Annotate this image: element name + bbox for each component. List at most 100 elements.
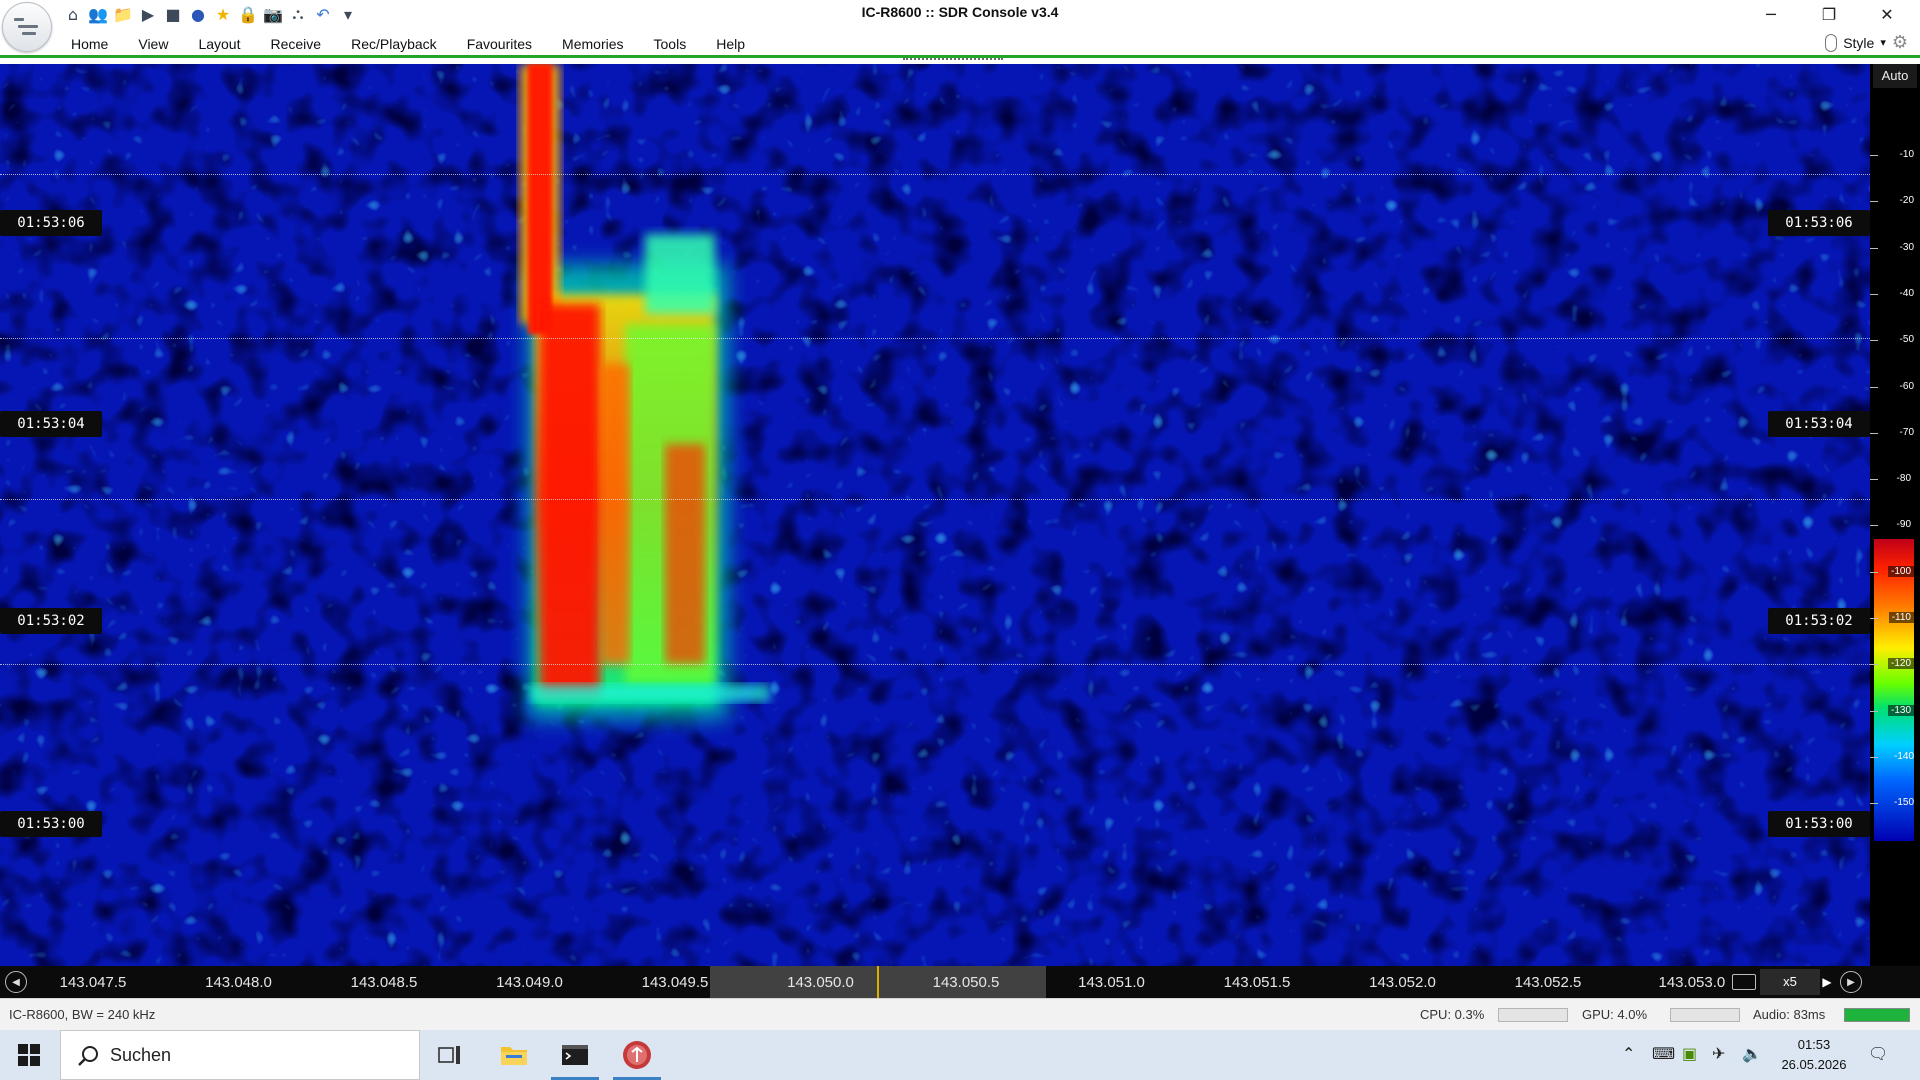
tick-mark xyxy=(1870,571,1878,573)
title-bar: ⌂ 👥 📁 ▶ ■ ● ★ 🔒 📷 ⛬ ↶ ▾ IC-R8600 :: SDR Console v3.… xyxy=(0,0,1920,28)
application-menu-button[interactable] xyxy=(2,2,52,52)
time-gridline xyxy=(0,664,1870,665)
clock[interactable]: 01:53 26.05.2026 xyxy=(1764,1035,1864,1075)
tick-mark xyxy=(1870,293,1878,295)
settings-gear-icon[interactable]: ⚙ xyxy=(1892,32,1908,53)
frequency-tick-label: 143.053.0 xyxy=(1658,974,1726,991)
time-gridline xyxy=(0,174,1870,175)
menu-memories[interactable]: Memories xyxy=(547,34,638,54)
folder-icon xyxy=(501,1047,527,1065)
play-icon[interactable]: ▶ xyxy=(137,3,159,25)
time-marker-right: 01:53:06 xyxy=(1768,210,1870,236)
splitter-grip[interactable] xyxy=(903,58,1003,61)
menu-rec-playback[interactable]: Rec/Playback xyxy=(336,34,452,54)
cpu-usage: CPU: 0.3% xyxy=(1420,1007,1485,1022)
time-marker-left: 01:53:02 xyxy=(0,608,102,634)
star-icon[interactable]: ★ xyxy=(212,3,234,25)
level-tick-label: -90 xyxy=(1893,519,1914,531)
menu-receive[interactable]: Receive xyxy=(256,34,337,54)
level-tick-label: -60 xyxy=(1899,380,1914,392)
ribbon-tabs: Home View Layout Receive Rec/Playback Favouri… xyxy=(58,34,760,54)
level-tick-label: -80 xyxy=(1893,473,1914,485)
level-tick-label: -100 xyxy=(1887,565,1914,577)
task-view-button[interactable] xyxy=(420,1030,480,1080)
level-tick-label: -30 xyxy=(1899,241,1914,253)
tick-mark xyxy=(1870,803,1878,805)
menu-help[interactable]: Help xyxy=(701,34,760,54)
tick-mark xyxy=(1870,756,1878,758)
folder-icon[interactable]: 📁 xyxy=(112,3,134,25)
style-menu[interactable]: Style ▾ ⚙ xyxy=(1825,32,1908,53)
tuned-frequency-marker[interactable] xyxy=(877,966,879,998)
notification-icon[interactable]: 🗨 xyxy=(1868,1044,1888,1063)
taskbar-search[interactable]: Suchen xyxy=(60,1030,420,1080)
minimize-button[interactable]: ─ xyxy=(1748,0,1794,28)
stop-icon[interactable]: ■ xyxy=(162,3,184,25)
chevron-up-icon[interactable]: ⌃ xyxy=(1622,1044,1635,1063)
file-explorer-button[interactable] xyxy=(484,1030,544,1080)
volume-icon[interactable]: 🔈 xyxy=(1742,1044,1762,1063)
waterfall-display[interactable]: 01:53:06 01:53:06 01:53:04 01:53:04 01:5… xyxy=(0,64,1870,966)
zoom-next-arrow-icon[interactable]: ▶ xyxy=(1820,969,1834,995)
quick-access-toolbar: ⌂ 👥 📁 ▶ ■ ● ★ 🔒 📷 ⛬ ↶ ▾ xyxy=(62,2,359,26)
search-icon xyxy=(78,1046,98,1066)
status-bar: IC-R8600, BW = 240 kHz CPU: 0.3% GPU: 4.… xyxy=(0,998,1920,1030)
users-icon[interactable]: 👥 xyxy=(87,3,109,25)
customize-qat-icon[interactable]: ▾ xyxy=(337,3,359,25)
terminal-button[interactable] xyxy=(545,1030,605,1080)
level-tick-label: -110 xyxy=(1888,612,1914,623)
taskbar: Suchen ⌃ ⌨ ▣ ✈ 🔈 🗨 01:53 26.05.2026 xyxy=(0,1030,1920,1080)
waterfall-spectrogram xyxy=(0,64,1870,966)
style-dropdown-icon: ▾ xyxy=(1880,36,1886,49)
airplane-mode-icon[interactable]: ✈ xyxy=(1712,1044,1725,1063)
close-button[interactable]: ✕ xyxy=(1864,0,1910,28)
menu-favourites[interactable]: Favourites xyxy=(452,34,547,54)
frequency-tick-label: 143.052.0 xyxy=(1369,974,1436,991)
menu-home[interactable]: Home xyxy=(58,34,123,54)
home-icon[interactable]: ⌂ xyxy=(62,3,84,25)
level-scale[interactable]: Auto -10 -20 -30 -40 -50 -60 -70 -80 -90 -100 -110… xyxy=(1870,64,1920,966)
scroll-left-button[interactable]: ◀ xyxy=(5,971,27,993)
antenna-icon[interactable]: ⛬ xyxy=(287,3,309,25)
time-marker-left: 01:53:06 xyxy=(0,210,102,236)
level-color-bar[interactable] xyxy=(1874,539,1914,841)
menu-view[interactable]: View xyxy=(123,34,183,54)
frequency-tick-label: 143.051.5 xyxy=(1223,974,1291,991)
sdr-console-button[interactable] xyxy=(607,1030,667,1080)
level-tick-label: -140 xyxy=(1893,750,1914,762)
start-button[interactable] xyxy=(0,1030,58,1080)
level-tick: -20 xyxy=(1870,195,1920,209)
tick-mark xyxy=(1870,340,1878,342)
frequency-tick-label: 143.050.5 xyxy=(932,974,1000,991)
frequency-tick-label: 143.049.5 xyxy=(641,974,709,991)
auto-level-button[interactable]: Auto xyxy=(1873,64,1917,88)
camera-icon[interactable]: 📷 xyxy=(262,3,284,25)
clock-time: 01:53 xyxy=(1797,1037,1831,1052)
level-tick-label: -50 xyxy=(1899,334,1914,346)
restore-button[interactable]: ❐ xyxy=(1806,0,1852,28)
level-tick: -80 xyxy=(1870,473,1920,487)
level-tick-label: -150 xyxy=(1893,797,1914,809)
zoom-selector[interactable]: x5 xyxy=(1760,969,1820,995)
undo-icon[interactable]: ↶ xyxy=(312,3,334,25)
keyboard-icon[interactable] xyxy=(1732,974,1756,990)
device-status: IC-R8600, BW = 240 kHz xyxy=(9,1007,156,1022)
time-marker-right: 01:53:04 xyxy=(1768,411,1870,437)
task-view-icon xyxy=(438,1046,460,1064)
frequency-axis[interactable]: ◀ 143.047.5 143.048.0 143.048.5 143.049.0 14… xyxy=(0,966,1920,998)
menu-layout[interactable]: Layout xyxy=(183,34,255,54)
clock-date: 26.05.2026 xyxy=(1781,1057,1847,1072)
style-label: Style xyxy=(1843,34,1875,51)
radio-icon[interactable]: ● xyxy=(187,3,209,25)
gpu-meter xyxy=(1670,1008,1740,1022)
frequency-tick-label: 143.049.0 xyxy=(496,974,563,991)
frequency-tick-label: 143.052.5 xyxy=(1514,974,1582,991)
scroll-right-button[interactable]: ▶ xyxy=(1840,971,1862,993)
nvidia-icon[interactable]: ▣ xyxy=(1682,1044,1697,1063)
network-icon[interactable]: ⌨ xyxy=(1652,1044,1675,1063)
style-icon xyxy=(1825,33,1838,52)
tick-mark xyxy=(1870,247,1878,249)
lock-icon[interactable]: 🔒 xyxy=(237,3,259,25)
level-tick: -100 xyxy=(1870,565,1920,580)
menu-tools[interactable]: Tools xyxy=(639,34,702,54)
